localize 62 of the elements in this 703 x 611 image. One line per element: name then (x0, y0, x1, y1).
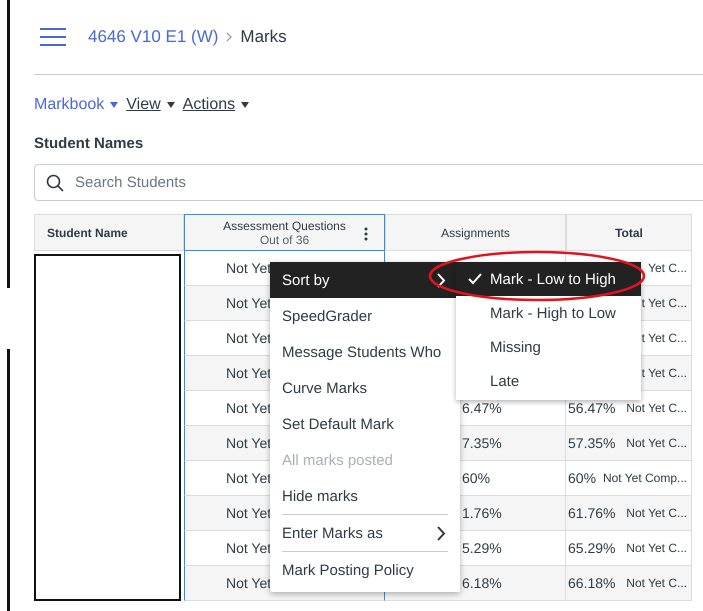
course-link[interactable]: 4646 V10 E1 (W) (88, 27, 218, 47)
status-text: Not Yet Comp... (602, 471, 687, 485)
table-cell: 65.29% (568, 540, 616, 556)
table-cell: 57.35% (568, 435, 616, 451)
status-text: Not Yet C... (626, 576, 687, 590)
table-cell: Not Yet (226, 330, 272, 346)
column-header[interactable]: Total (566, 214, 692, 251)
table-cell: 61.76% (568, 505, 616, 521)
caret-icon (166, 102, 175, 108)
menu-item[interactable]: Missing (456, 330, 641, 364)
page-title: Marks (240, 27, 287, 47)
toolbar-menu-link[interactable]: Markbook (34, 96, 118, 114)
status-text: Not Yet C... (626, 541, 687, 555)
menu-icon[interactable] (40, 28, 66, 46)
menu-item[interactable]: Set Default Mark (270, 406, 460, 442)
status-text: Not Yet C... (626, 506, 687, 520)
status-text: Yet C... (648, 261, 687, 275)
table-cell: 56.47% (568, 400, 616, 416)
table-cell: 7.35% (462, 435, 502, 451)
table-cell: Not Yet (226, 400, 272, 416)
status-text: t Yet C... (642, 296, 687, 310)
caret-icon (241, 102, 250, 108)
search-field[interactable]: Search Students (34, 164, 703, 201)
menu-item[interactable]: Hide marks (270, 478, 460, 514)
search-icon (46, 174, 64, 192)
caret-icon (110, 102, 118, 108)
menu-item[interactable]: Mark Posting Policy (270, 552, 460, 588)
status-text: t Yet C... (642, 331, 687, 345)
table-cell: 6.47% (462, 400, 502, 416)
toolbar-menu-link[interactable]: Actions (182, 96, 250, 114)
table-cell: Not Yet (226, 435, 272, 451)
menu-item[interactable]: Curve Marks (270, 370, 460, 406)
chevron-right-icon (226, 32, 232, 42)
status-text: Not Yet C... (626, 436, 687, 450)
table-cell: 6.18% (462, 575, 502, 591)
column-header[interactable]: Assessment Questions Out of 36 (184, 214, 385, 251)
status-text: t Yet C... (642, 366, 687, 380)
status-text: Not Yet C... (626, 401, 687, 415)
table-cell: Not Yet (226, 470, 272, 486)
toolbar-menu-link[interactable]: View (126, 96, 175, 114)
more-options-icon[interactable] (364, 227, 368, 241)
table-cell: 1.76% (462, 505, 502, 521)
table-cell: 60% (462, 470, 490, 486)
chevron-right-icon (437, 526, 446, 540)
table-cell: Not Yet (226, 295, 272, 311)
table-cell: Not Yet (226, 505, 272, 521)
table-cell: Not Yet (226, 260, 272, 276)
table-cell: Not Yet (226, 575, 272, 591)
table-cell: 60% (568, 470, 596, 486)
column-header[interactable]: Assignments (385, 214, 566, 251)
menu-item[interactable]: Enter Marks as (270, 515, 460, 551)
check-icon (468, 273, 482, 285)
menu-item[interactable]: Mark - Low to High (456, 262, 641, 296)
section-title: Student Names (34, 135, 144, 152)
column-header[interactable]: Student Name (34, 214, 184, 251)
table-cell: 66.18% (568, 575, 616, 591)
table-cell: Not Yet (226, 365, 272, 381)
table-cell: 5.29% (462, 540, 502, 556)
menu-item[interactable]: Mark - High to Low (456, 296, 641, 330)
menu-item[interactable]: Late (456, 364, 641, 398)
table-cell: Not Yet (226, 540, 272, 556)
chevron-right-icon (437, 272, 446, 288)
